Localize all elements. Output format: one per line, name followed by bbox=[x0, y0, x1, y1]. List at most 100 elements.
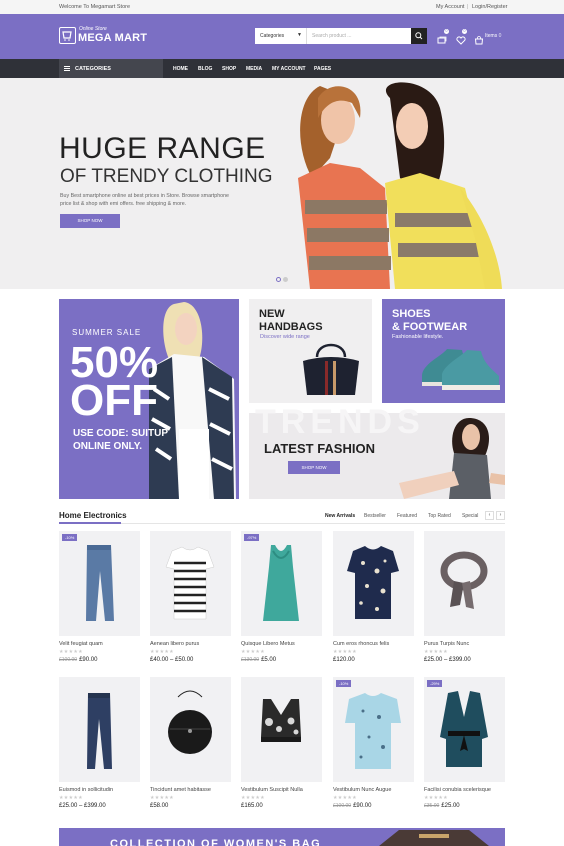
nav-my-account[interactable]: MY ACCOUNT bbox=[272, 66, 306, 72]
product-image[interactable] bbox=[241, 677, 322, 782]
latest-fashion-title: LATEST FASHION bbox=[264, 441, 375, 456]
old-price: £100.00 bbox=[59, 657, 78, 663]
category-select[interactable]: Categories ▼ bbox=[255, 28, 307, 44]
product-image[interactable]: -97% bbox=[241, 531, 322, 636]
current-price: £90.00 bbox=[79, 657, 98, 663]
product-name[interactable]: Euismod in sollicitudin bbox=[59, 787, 140, 793]
my-account-link[interactable]: My Account bbox=[436, 4, 464, 10]
nav-home[interactable]: HOME bbox=[173, 66, 188, 72]
categories-menu-button[interactable]: CATEGORIES bbox=[59, 59, 163, 78]
tab-special[interactable]: Special bbox=[462, 513, 478, 519]
product-image[interactable] bbox=[150, 677, 231, 782]
product-name[interactable]: Quisque Libero Metus bbox=[241, 641, 322, 647]
rating-stars: ★★★★★ bbox=[150, 795, 174, 801]
product-image[interactable] bbox=[59, 677, 140, 782]
rating-stars: ★★★★★ bbox=[241, 649, 265, 655]
product-name[interactable]: Purus Turpis Nunc bbox=[424, 641, 505, 647]
handbags-title-line2: HANDBAGS bbox=[259, 320, 323, 333]
product-card[interactable]: Purus Turpis Nunc ★★★★★ £25.00 – £399.00 bbox=[424, 531, 505, 663]
slider-dot-active[interactable] bbox=[276, 277, 281, 282]
sale-off: OFF bbox=[70, 376, 158, 425]
shoes-title-line2: & FOOTWEAR bbox=[392, 320, 468, 333]
product-price: £35.00 £25.00 bbox=[424, 803, 505, 809]
shoes-title-line1: SHOES bbox=[392, 308, 431, 320]
product-card[interactable]: -29% Facilisi conubia scelerisque ★★★★★ … bbox=[424, 677, 505, 809]
tab-featured[interactable]: Featured bbox=[397, 513, 417, 519]
sale-model-image bbox=[149, 302, 236, 499]
nav-blog[interactable]: BLOG bbox=[198, 66, 212, 72]
product-image[interactable] bbox=[333, 531, 414, 636]
tab-top-rated[interactable]: Top Rated bbox=[428, 513, 451, 519]
shoes-subtitle: Fashionable lifestyle. bbox=[392, 334, 444, 340]
product-card[interactable]: -97% Quisque Libero Metus ★★★★★ £130.00 £… bbox=[241, 531, 322, 663]
current-price: £90.00 bbox=[353, 803, 372, 809]
old-price: £130.00 bbox=[241, 657, 260, 663]
product-card[interactable]: -10% Velit feugiat quam ★★★★★ £100.00 £90… bbox=[59, 531, 140, 663]
handbags-title-line1: NEW bbox=[259, 308, 285, 320]
product-card[interactable]: Aenean libero purus ★★★★★ £40.00 – £50.0… bbox=[150, 531, 231, 663]
sale-badge: -29% bbox=[427, 680, 443, 687]
product-name[interactable]: Facilisi conubia scelerisque bbox=[424, 787, 505, 793]
nav-shop[interactable]: SHOP bbox=[222, 66, 236, 72]
product-image[interactable] bbox=[150, 531, 231, 636]
product-name[interactable]: Velit feugiat quam bbox=[59, 641, 140, 647]
product-image[interactable]: -29% bbox=[424, 677, 505, 782]
hero-shop-now-button[interactable]: SHOP NOW bbox=[60, 214, 120, 228]
search-button[interactable] bbox=[411, 28, 427, 44]
tab-new-arrivals[interactable]: New Arrivals bbox=[325, 513, 355, 519]
cart-count: 0 bbox=[498, 33, 502, 39]
current-price: £120.00 bbox=[333, 657, 355, 663]
product-name[interactable]: Vestibulum Suscipit Nulla bbox=[241, 787, 322, 793]
product-price: £25.00 – £399.00 bbox=[424, 657, 505, 663]
handbags-subtitle: Discover wide range bbox=[260, 334, 310, 340]
old-price: £35.00 bbox=[424, 803, 440, 809]
top-bar: Welcome To Megamart Store My Account | L… bbox=[0, 0, 564, 14]
cart-items-label[interactable]: Items 0 bbox=[485, 33, 501, 39]
sale-badge: -97% bbox=[244, 534, 260, 541]
current-price: £58.00 bbox=[150, 803, 169, 809]
section-title: Home Electronics bbox=[59, 511, 127, 520]
nav-media[interactable]: MEDIA bbox=[246, 66, 262, 72]
collection-banner-title: COLLECTION OF WOMEN'S BAG bbox=[110, 838, 322, 846]
login-register-link[interactable]: Login/Register bbox=[472, 4, 507, 10]
current-price: £40.00 – £50.00 bbox=[150, 657, 194, 663]
rating-stars: ★★★★★ bbox=[333, 649, 357, 655]
product-name[interactable]: Tincidunt amet habitasse bbox=[150, 787, 231, 793]
product-card[interactable]: Tincidunt amet habitasse ★★★★★ £58.00 bbox=[150, 677, 231, 809]
rating-stars: ★★★★★ bbox=[424, 649, 448, 655]
tab-bestseller[interactable]: Bestseller bbox=[364, 513, 386, 519]
nav-pages[interactable]: PAGES bbox=[314, 66, 331, 72]
product-image[interactable] bbox=[424, 531, 505, 636]
prev-arrow-icon[interactable]: ‹ bbox=[485, 511, 494, 520]
category-select-label: Categories bbox=[260, 33, 285, 39]
hero-subtitle: OF TRENDY CLOTHING bbox=[60, 166, 273, 187]
banner-bag-image bbox=[379, 830, 489, 846]
caret-down-icon: ▼ bbox=[297, 32, 302, 38]
next-arrow-icon[interactable]: › bbox=[496, 511, 505, 520]
slider-dot[interactable] bbox=[283, 277, 288, 282]
product-card[interactable]: Cum eros rhoncus felis ★★★★★ £120.00 bbox=[333, 531, 414, 663]
product-price: £25.00 – £399.00 bbox=[59, 803, 140, 809]
product-price: £58.00 bbox=[150, 803, 231, 809]
shoes-title: SHOES & FOOTWEAR bbox=[392, 308, 467, 333]
product-price: £120.00 bbox=[333, 657, 414, 663]
product-image[interactable]: -10% bbox=[59, 531, 140, 636]
hero-title: HUGE RANGE bbox=[59, 132, 266, 165]
product-card[interactable]: -10% Vestibulum Nunc Augue ★★★★★ £100.00… bbox=[333, 677, 414, 809]
current-price: £25.00 – £399.00 bbox=[424, 657, 471, 663]
product-name[interactable]: Cum eros rhoncus felis bbox=[333, 641, 414, 647]
search-input[interactable] bbox=[307, 28, 411, 44]
logo-text[interactable]: MEGA MART bbox=[78, 32, 147, 44]
product-name[interactable]: Vestibulum Nunc Augue bbox=[333, 787, 414, 793]
shopping-bag-icon[interactable] bbox=[474, 32, 484, 45]
product-card[interactable]: Euismod in sollicitudin ★★★★★ £25.00 – £… bbox=[59, 677, 140, 809]
rating-stars: ★★★★★ bbox=[59, 795, 83, 801]
section-divider bbox=[59, 523, 505, 524]
compare-count-badge: 0 bbox=[444, 29, 449, 34]
product-card[interactable]: Vestibulum Suscipit Nulla ★★★★★ £165.00 bbox=[241, 677, 322, 809]
logo-cart-icon[interactable] bbox=[59, 27, 76, 44]
product-name[interactable]: Aenean libero purus bbox=[150, 641, 231, 647]
product-image[interactable]: -10% bbox=[333, 677, 414, 782]
section-title-underline bbox=[59, 522, 121, 524]
fashion-shop-now-button[interactable]: SHOP NOW bbox=[288, 461, 340, 474]
